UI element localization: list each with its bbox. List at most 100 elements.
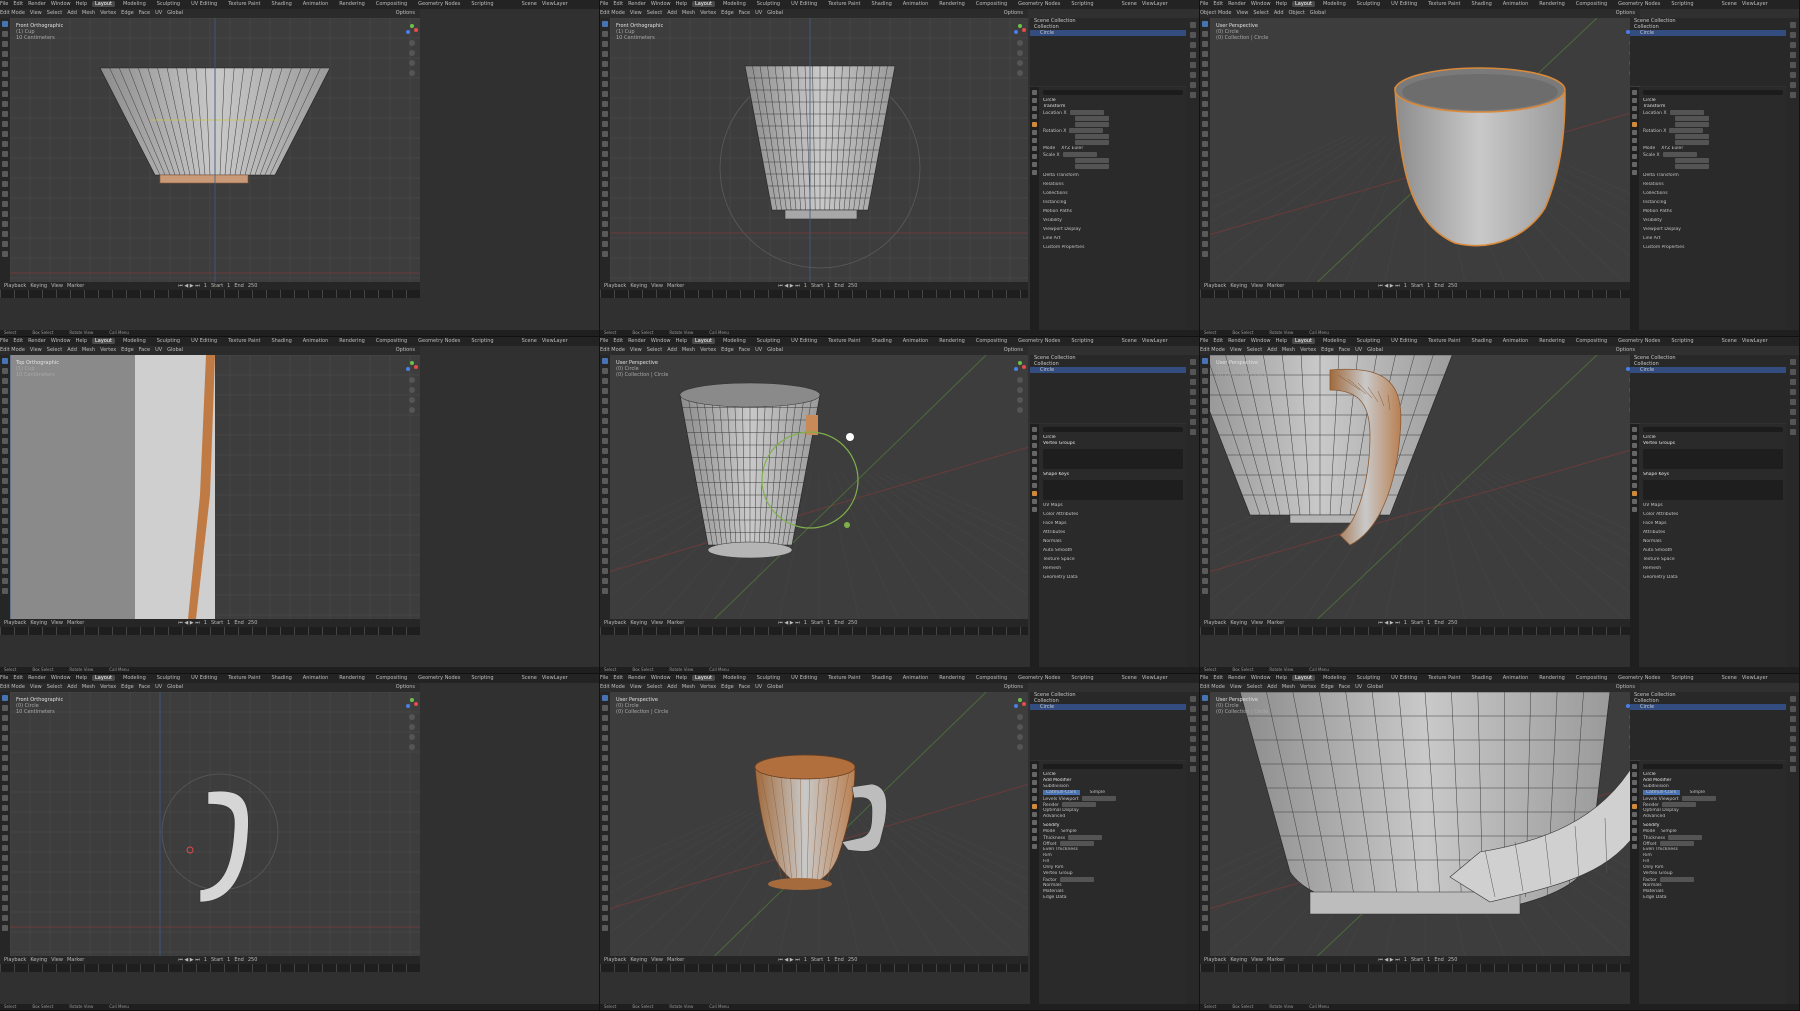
workspace-tab[interactable]: Scripting [1668, 338, 1696, 344]
workspace-tab[interactable]: Rendering [1536, 338, 1568, 344]
3d-viewport[interactable]: Front Orthographic (1) Cup 10 Centimeters [10, 18, 420, 282]
viewport-menu-item[interactable]: View [1237, 10, 1249, 16]
tool-icon[interactable] [602, 865, 608, 871]
menu-help[interactable]: Help [76, 1, 87, 7]
scene-selector[interactable]: Scene [1122, 338, 1137, 344]
tool-icon[interactable] [2, 905, 8, 911]
editor-type-icon[interactable] [1190, 62, 1196, 68]
rotation-mode-select[interactable]: XYZ Euler [1661, 146, 1683, 151]
timeline-menu[interactable]: Playback [4, 283, 26, 289]
tool-icon[interactable] [1202, 181, 1208, 187]
viewport-menu-item[interactable]: Add [667, 684, 677, 690]
menu-file[interactable]: File [600, 1, 608, 7]
properties-tab-icon[interactable] [1632, 788, 1637, 793]
tool-icon[interactable] [602, 468, 608, 474]
tool-icon[interactable] [2, 81, 8, 87]
tool-icon[interactable] [1202, 795, 1208, 801]
workspace-tab[interactable]: UV Editing [188, 1, 220, 7]
tool-icon[interactable] [602, 775, 608, 781]
panel-header[interactable]: Normals [1643, 539, 1783, 545]
tool-icon[interactable] [602, 528, 608, 534]
scene-selector[interactable]: Scene [1122, 675, 1137, 681]
rotation-mode-select[interactable]: XYZ Euler [1061, 146, 1083, 151]
properties-tab-icon[interactable] [1032, 788, 1037, 793]
navigation-gizmo[interactable] [406, 24, 418, 80]
pan-icon[interactable] [1017, 50, 1023, 56]
tool-icon[interactable] [2, 785, 8, 791]
tool-icon[interactable] [1202, 51, 1208, 57]
tool-icon[interactable] [2, 705, 8, 711]
viewport-menu-item[interactable]: Mesh [1282, 684, 1295, 690]
menu-help[interactable]: Help [676, 1, 687, 7]
timeline-ruler[interactable] [0, 290, 420, 298]
workspace-tab[interactable]: Modeling [720, 338, 749, 344]
properties-tab-icon[interactable] [1032, 122, 1037, 127]
tool-icon[interactable] [2, 745, 8, 751]
tool-icon[interactable] [602, 21, 608, 27]
viewport-menu-item[interactable]: View [630, 347, 642, 353]
tool-icon[interactable] [1202, 241, 1208, 247]
menu-window[interactable]: Window [1251, 1, 1271, 7]
axis-gizmo-icon[interactable] [406, 361, 418, 373]
editor-type-icon[interactable] [1190, 419, 1196, 425]
tool-icon[interactable] [1202, 925, 1208, 931]
zoom-icon[interactable] [1017, 377, 1023, 383]
workspace-tab[interactable]: UV Editing [788, 675, 820, 681]
properties-tab-icon[interactable] [1632, 427, 1637, 432]
scale-field[interactable] [1675, 158, 1709, 163]
tool-icon[interactable] [2, 91, 8, 97]
workspace-tab[interactable]: Compositing [973, 675, 1010, 681]
workspace-tab[interactable]: Texture Paint [1425, 675, 1463, 681]
viewport-menu-item[interactable]: UV [155, 684, 162, 690]
editor-type-icon[interactable] [1190, 92, 1196, 98]
timeline-menu[interactable]: View [1251, 620, 1263, 626]
panel-header[interactable]: Viewport Display [1643, 227, 1783, 233]
workspace-tab[interactable]: UV Editing [1388, 1, 1420, 7]
mode-selector[interactable]: Edit Mode [0, 347, 25, 353]
properties-tab-icon[interactable] [1632, 162, 1637, 167]
viewport-menu-item[interactable]: Mesh [82, 347, 95, 353]
tool-icon[interactable] [2, 488, 8, 494]
current-frame-field[interactable]: 1 [204, 957, 207, 963]
panel-header[interactable]: Delta Transform [1043, 173, 1183, 179]
tool-icon[interactable] [2, 241, 8, 247]
tool-icon[interactable] [602, 191, 608, 197]
timeline-menu[interactable]: Marker [1267, 283, 1284, 289]
workspace-tab[interactable]: Geometry Nodes [415, 338, 463, 344]
workspace-tab[interactable]: Texture Paint [825, 675, 863, 681]
workspace-tab[interactable]: Animation [1500, 1, 1532, 7]
playback-controls-icon[interactable]: ⏮ ◀ ▶ ⏭ [778, 620, 799, 626]
editor-type-icon[interactable] [1190, 52, 1196, 58]
tool-icon[interactable] [602, 91, 608, 97]
timeline-menu[interactable]: Marker [67, 283, 84, 289]
editor-type-icon[interactable] [1190, 756, 1196, 762]
transform-orientation[interactable]: Global [167, 684, 183, 690]
viewport-menu-item[interactable]: Add [1267, 684, 1277, 690]
panel-header[interactable]: Remesh [1643, 566, 1783, 572]
properties-tab-icon[interactable] [1632, 451, 1637, 456]
properties-tab-icon[interactable] [1632, 820, 1637, 825]
solidify-mode-select[interactable]: Simple [1061, 829, 1076, 834]
properties-tab-icon[interactable] [1032, 90, 1037, 95]
tool-icon[interactable] [602, 538, 608, 544]
3d-viewport[interactable]: Front Orthographic (0) Circle 10 Centimete… [10, 692, 420, 956]
tool-icon[interactable] [2, 111, 8, 117]
outliner-item-circle[interactable]: Circle [1030, 704, 1186, 710]
menu-render[interactable]: Render [1228, 338, 1246, 344]
properties-tab-icon[interactable] [1032, 98, 1037, 103]
menu-edit[interactable]: Edit [13, 675, 23, 681]
tool-icon[interactable] [1202, 81, 1208, 87]
editor-type-icon[interactable] [1190, 716, 1196, 722]
playback-controls-icon[interactable]: ⏮ ◀ ▶ ⏭ [1378, 283, 1399, 289]
viewport-menu-item[interactable]: Edge [121, 684, 134, 690]
tool-icon[interactable] [2, 458, 8, 464]
tool-icon[interactable] [602, 905, 608, 911]
tool-icon[interactable] [1202, 478, 1208, 484]
perspective-icon[interactable] [409, 407, 415, 413]
menu-window[interactable]: Window [1251, 675, 1271, 681]
workspace-tab[interactable]: Rendering [336, 675, 368, 681]
axis-gizmo-icon[interactable] [406, 698, 418, 710]
tool-icon[interactable] [1202, 231, 1208, 237]
properties-tab-icon[interactable] [1032, 162, 1037, 167]
tool-icon[interactable] [602, 71, 608, 77]
